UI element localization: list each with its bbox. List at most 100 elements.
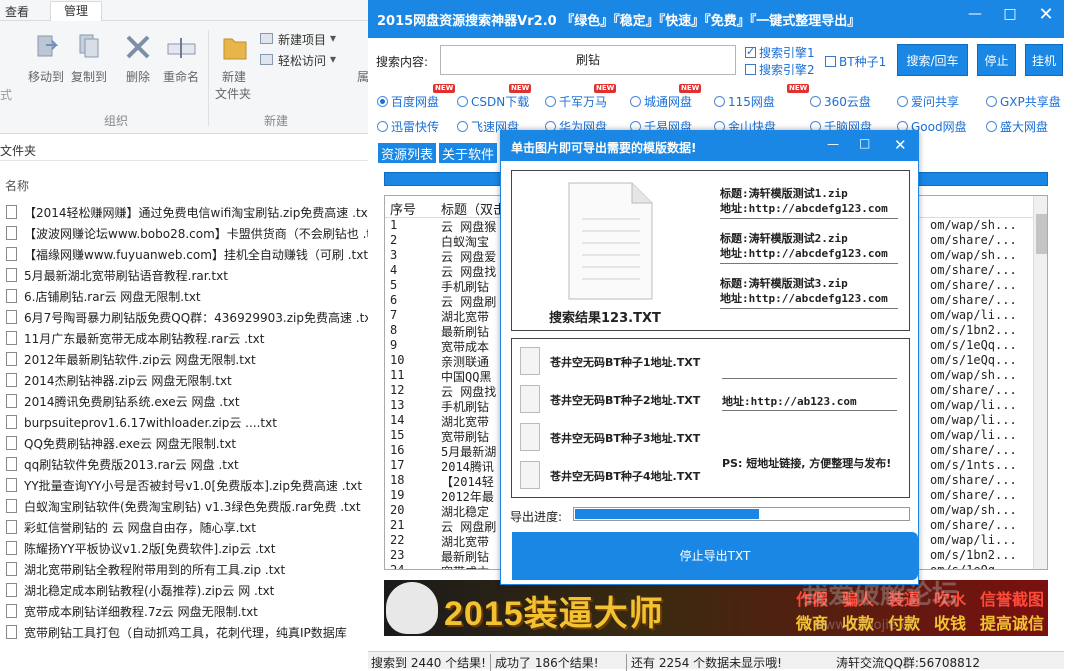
file-name: 湖北稳定成本刷钻教程(小磊推荐).zip云 网 .txt <box>24 584 275 598</box>
file-list-item[interactable]: 【福缘网赚www.fuyuanweb.com】挂机全自动赚钱（可刷 .txt <box>6 246 368 267</box>
tab-resource-list[interactable]: 资源列表 <box>378 143 437 163</box>
file-list-item[interactable]: 湖北稳定成本刷钻教程(小磊推荐).zip云 网 .txt <box>6 582 274 603</box>
source-radio[interactable]: 盛大网盘 <box>986 118 1048 135</box>
source-radio[interactable]: 百度网盘 <box>377 93 439 110</box>
file-list-item[interactable]: 【波波网赚论坛www.bobo28.com】卡盟供货商（不会刷钻也 .t <box>6 225 371 246</box>
easy-access-button[interactable]: 轻松访问 <box>278 52 326 69</box>
dialog-close-icon[interactable]: ✕ <box>894 136 907 154</box>
radio-dot[interactable] <box>714 96 725 107</box>
move-to-button[interactable]: 移动到 <box>28 68 64 85</box>
radio-dot[interactable] <box>986 96 997 107</box>
file-list-item[interactable]: 6.店铺刷钻.rar云 网盘无限制.txt <box>6 288 201 309</box>
search-button[interactable]: 搜索/回车 <box>897 44 968 76</box>
new-folder-label-2[interactable]: 文件夹 <box>215 85 251 102</box>
window-close-icon[interactable]: ✕ <box>1035 4 1057 25</box>
radio-dot[interactable] <box>545 96 556 107</box>
radio-dot[interactable] <box>986 121 997 132</box>
table-scrollbar-thumb[interactable] <box>1036 214 1047 254</box>
radio-dot[interactable] <box>630 96 641 107</box>
radio-dot[interactable] <box>377 121 388 132</box>
stop-button[interactable]: 停止 <box>977 44 1016 76</box>
file-list-item[interactable]: 宽带成本刷钻详细教程.7z云 网盘无限制.txt <box>6 603 258 624</box>
delete-button[interactable]: 删除 <box>126 68 150 85</box>
bt-file-name[interactable]: 苍井空无码BT种子3地址.TXT <box>550 430 700 446</box>
sample-url: 地址:http://abcdefg123.com <box>720 292 888 305</box>
radio-dot[interactable] <box>457 121 468 132</box>
dialog-minimize-icon[interactable]: — <box>827 137 839 151</box>
tab-manage[interactable]: 管理 <box>50 1 103 21</box>
file-name: YY批量查询YY小号是否被封号v1.0[免费版本].zip免费高速 .txt <box>24 479 363 493</box>
new-item-button[interactable]: 新建项目 <box>278 31 326 48</box>
file-list-item[interactable]: 2012年最新刷钻软件.zip云 网盘无限制.txt <box>6 351 256 372</box>
hang-button[interactable]: 挂机 <box>1025 44 1063 76</box>
file-list-item[interactable]: YY批量查询YY小号是否被封号v1.0[免费版本].zip免费高速 .txt <box>6 477 362 498</box>
easy-access-dropdown-icon[interactable]: ▾ <box>330 52 336 66</box>
table-header-title[interactable]: 标题（双击 <box>441 199 506 218</box>
file-list-item[interactable]: 6月7号陶哥暴力刷钻版免费QQ群：436929903.zip免费高速 .txt <box>6 309 376 330</box>
radio-dot[interactable] <box>457 96 468 107</box>
source-radio[interactable]: 爱问共享 <box>897 93 959 110</box>
bt-file-name[interactable]: 苍井空无码BT种子2地址.TXT <box>550 392 700 408</box>
stop-export-button[interactable]: 停止导出TXT <box>512 532 918 580</box>
ad-banner[interactable]: 2015装逼大师 作假 骗人 装逼 吹水 信誉截图 微商 收款 付款 收钱 提高诚信 我爱破解论坛… <box>384 580 1048 636</box>
tab-about[interactable]: 关于软件 <box>439 143 498 163</box>
source-radio[interactable]: 千军万马 <box>545 93 607 110</box>
source-radio[interactable]: 360云盘 <box>810 93 871 110</box>
rename-button[interactable]: 重命名 <box>163 68 199 85</box>
table-scrollbar[interactable] <box>1033 196 1047 569</box>
text-file-icon <box>6 394 17 408</box>
checkbox-engine-1[interactable]: 搜索引擎1 <box>745 44 815 61</box>
source-radio[interactable]: GXP共享盘 <box>986 93 1061 110</box>
row-index: 15 <box>390 428 405 442</box>
table-header-index[interactable]: 序号 <box>390 199 416 218</box>
template-card-1[interactable]: 搜索结果123.TXT 标题:涛轩模版测试1.zip 地址:http://abcd… <box>511 170 910 331</box>
source-radio[interactable]: CSDN下载 <box>457 93 529 110</box>
file-list-item[interactable]: 湖北宽带刷钻全教程附带用到的所有工具.zip .txt <box>6 561 285 582</box>
search-input[interactable]: 刷钻 <box>440 45 736 75</box>
file-list-item[interactable]: 【2014轻松赚网赚】通过免费电信wifi淘宝刷钻.zip免费高速 .txt <box>6 204 372 225</box>
window-maximize-icon[interactable]: □ <box>999 6 1021 22</box>
file-list-item[interactable]: burpsuiteprov1.6.17withloader.zip云 ....t… <box>6 414 277 435</box>
column-header-name[interactable]: 名称 <box>5 177 29 194</box>
file-list-item[interactable]: 11月广东最新宽带无成本刷钻教程.rar云 .txt <box>6 330 264 351</box>
source-radio[interactable]: 迅雷快传 <box>377 118 439 135</box>
file-label: 搜索结果123.TXT <box>549 311 661 326</box>
source-radio[interactable]: 115网盘 <box>714 93 775 110</box>
ps-note: PS: 短地址链接, 方便整理与发布! <box>722 457 892 470</box>
radio-dot[interactable] <box>810 96 821 107</box>
file-list-item[interactable]: qq刷钻软件免费版2013.rar云 网盘 .txt <box>6 456 239 477</box>
checkbox-bt-box[interactable] <box>825 56 836 67</box>
file-list-item[interactable]: 宽带刷钻工具打包（自动抓鸡工具，花刺代理，纯真IP数据库 <box>6 624 347 645</box>
source-radio[interactable]: 城通网盘 <box>630 93 692 110</box>
file-name: burpsuiteprov1.6.17withloader.zip云 ....t… <box>24 416 277 430</box>
radio-label: 百度网盘 <box>391 95 440 109</box>
status-total: 搜索到 2440 个结果! <box>371 656 486 670</box>
move-to-icon <box>36 33 59 59</box>
window-minimize-icon[interactable]: — <box>964 6 986 22</box>
file-list-item[interactable]: 5月最新湖北宽带刷钻语音教程.rar.txt <box>6 267 228 288</box>
file-list-item[interactable]: 2014杰刷钻神器.zip云 网盘无限制.txt <box>6 372 232 393</box>
checkbox-engine-2[interactable]: 搜索引擎2 <box>745 61 815 78</box>
copy-to-button[interactable]: 复制到 <box>71 68 107 85</box>
bt-file-name[interactable]: 苍井空无码BT种子4地址.TXT <box>550 468 700 484</box>
tab-view[interactable]: 查看 <box>5 3 29 20</box>
export-progress-label: 导出进度: <box>510 510 563 524</box>
new-folder-label-1[interactable]: 新建 <box>222 68 246 85</box>
radio-dot[interactable] <box>377 96 388 107</box>
checkbox-engine-1-box[interactable] <box>745 45 756 58</box>
checkbox-engine-2-box[interactable] <box>745 64 756 75</box>
bt-file-name[interactable]: 苍井空无码BT种子1地址.TXT <box>550 354 700 370</box>
radio-label: CSDN下载 <box>471 95 530 109</box>
template-card-2[interactable]: 苍井空无码BT种子1地址.TXT 苍井空无码BT种子2地址.TXT 苍井空无码BT种… <box>511 338 910 498</box>
dialog-maximize-icon[interactable]: □ <box>859 136 870 150</box>
checkbox-bt[interactable]: BT种子1 <box>825 53 886 70</box>
file-list-item[interactable]: QQ免费刷钻神器.exe云 网盘无限制.txt <box>6 435 236 456</box>
file-list-item[interactable]: 2014腾讯免费刷钻系统.exe云 网盘 .txt <box>6 393 240 414</box>
new-item-dropdown-icon[interactable]: ▾ <box>330 31 336 45</box>
radio-dot[interactable] <box>897 96 908 107</box>
file-list-item[interactable]: 白蚁淘宝刷钻软件(免费淘宝刷钻) v1.3绿色免费版.rar免费 .txt <box>6 498 361 519</box>
export-progress-fill <box>575 509 760 519</box>
file-list-item[interactable]: 彩虹信誉刷钻的 云 网盘自由存，随心享.txt <box>6 519 256 540</box>
file-list-item[interactable]: 陈耀扬YY平板协议v1.2版[免费软件].zip云 .txt <box>6 540 275 561</box>
row-url: om/wap/sh... <box>930 248 1017 262</box>
